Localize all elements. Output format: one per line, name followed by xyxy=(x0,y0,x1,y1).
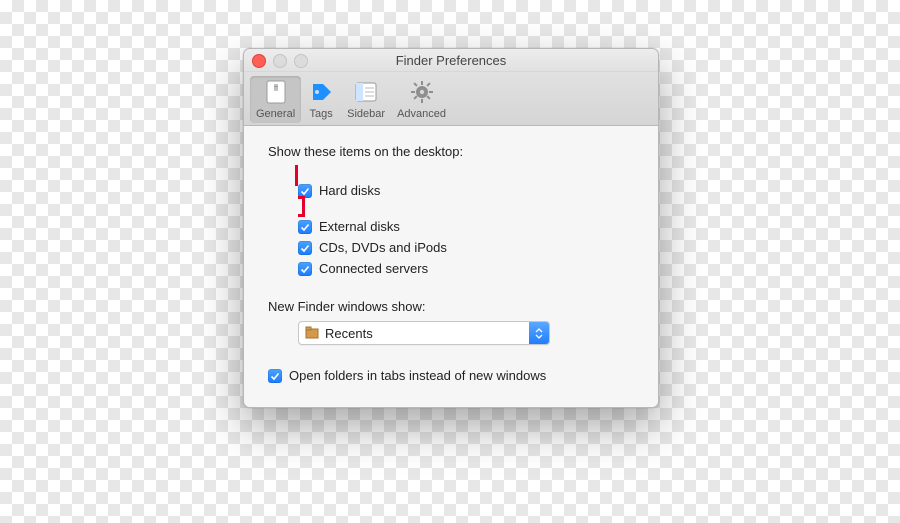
tab-tags-label: Tags xyxy=(310,108,333,120)
tab-tags[interactable]: Tags xyxy=(301,76,341,123)
tab-general[interactable]: General xyxy=(250,76,301,123)
servers-checkbox[interactable] xyxy=(298,262,312,276)
finder-preferences-window: Finder Preferences General Tags Sidebar … xyxy=(243,48,659,408)
recents-icon xyxy=(304,325,320,341)
desktop-items-list: Hard disks External disks CDs, DVDs and … xyxy=(268,168,634,277)
titlebar[interactable]: Finder Preferences xyxy=(244,49,658,72)
window-title: Finder Preferences xyxy=(396,53,507,68)
tab-sidebar[interactable]: Sidebar xyxy=(341,76,391,123)
tabs-label: Open folders in tabs instead of new wind… xyxy=(289,368,546,383)
desktop-items-heading: Show these items on the desktop: xyxy=(268,144,634,159)
optical-checkbox[interactable] xyxy=(298,241,312,255)
tab-advanced[interactable]: Advanced xyxy=(391,76,452,123)
tags-icon xyxy=(307,78,335,106)
chevron-up-down-icon xyxy=(529,322,549,344)
hard-disks-label: Hard disks xyxy=(319,183,380,199)
minimize-button[interactable] xyxy=(273,54,287,68)
preferences-toolbar: General Tags Sidebar Advanced xyxy=(244,72,658,126)
new-window-heading: New Finder windows show: xyxy=(268,299,634,314)
new-window-value: Recents xyxy=(325,326,373,341)
optical-label: CDs, DVDs and iPods xyxy=(319,240,447,256)
new-window-select[interactable]: Recents xyxy=(298,321,550,345)
hard-disks-checkbox[interactable] xyxy=(298,184,312,198)
tab-sidebar-label: Sidebar xyxy=(347,108,385,120)
traffic-lights xyxy=(252,54,308,68)
external-disks-checkbox[interactable] xyxy=(298,220,312,234)
tab-general-label: General xyxy=(256,108,295,120)
tabs-checkbox[interactable] xyxy=(268,369,282,383)
servers-label: Connected servers xyxy=(319,261,428,277)
external-disks-label: External disks xyxy=(319,219,400,235)
tab-advanced-label: Advanced xyxy=(397,108,446,120)
general-icon xyxy=(262,78,290,106)
sidebar-icon xyxy=(352,78,380,106)
zoom-button[interactable] xyxy=(294,54,308,68)
gear-icon xyxy=(408,78,436,106)
hard-disks-highlight: Hard disks xyxy=(295,165,634,217)
general-pane: Show these items on the desktop: Hard di… xyxy=(244,126,658,407)
close-button[interactable] xyxy=(252,54,266,68)
